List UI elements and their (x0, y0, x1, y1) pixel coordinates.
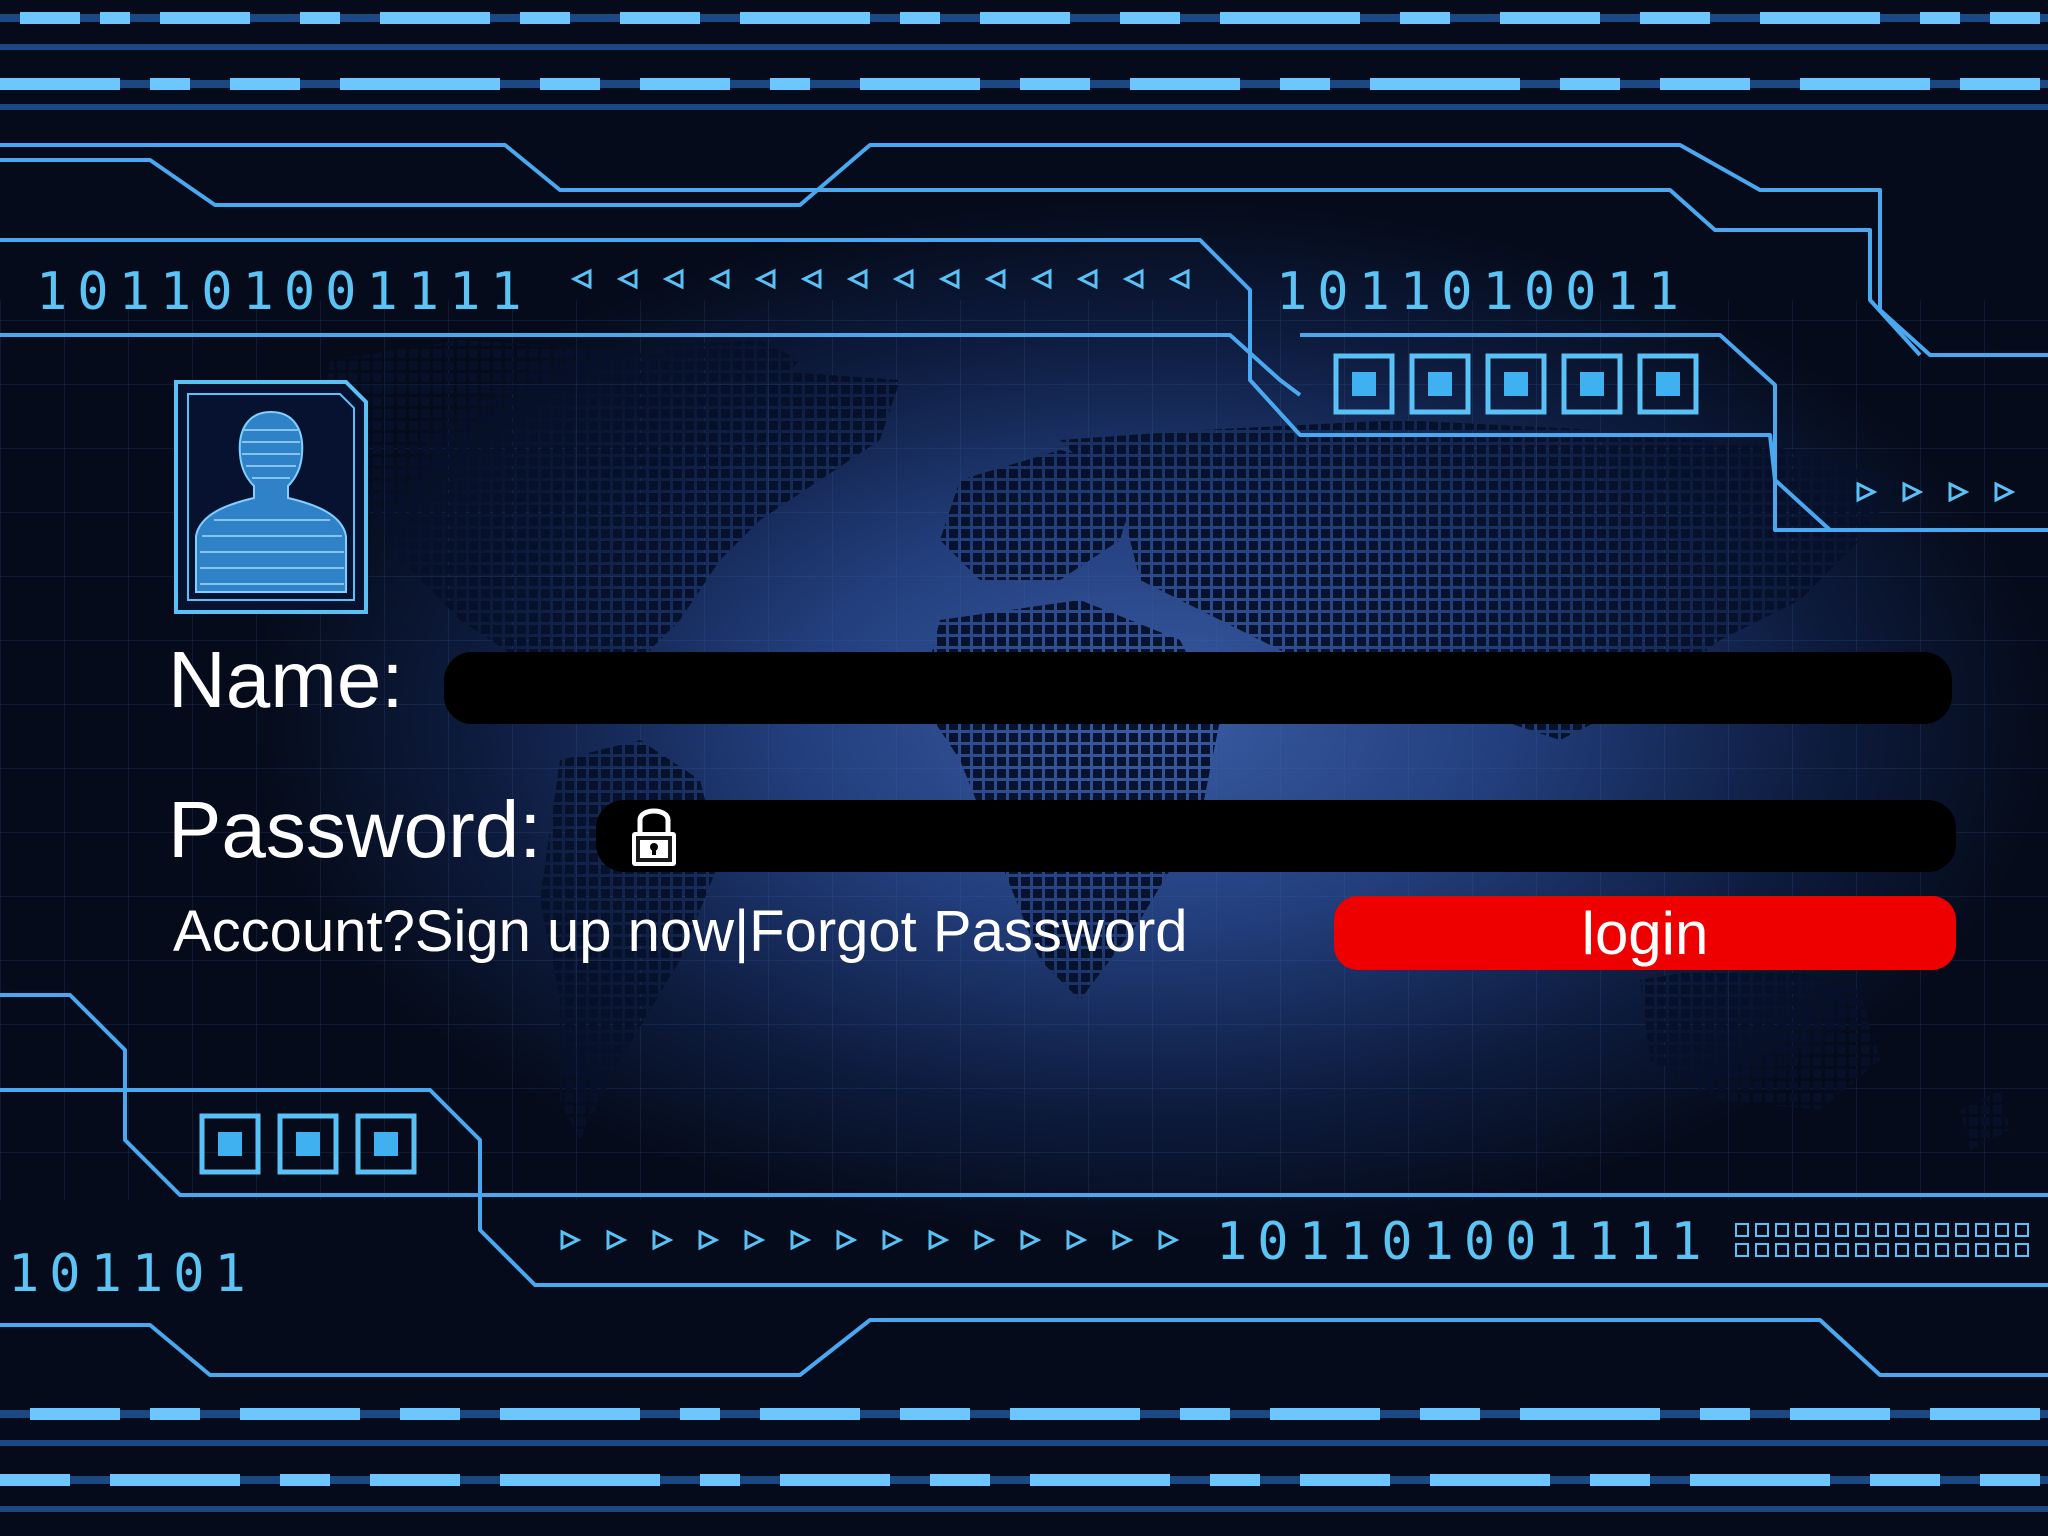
background-scene: 101101001111 1011010011 101101001111 101… (0, 0, 2048, 1536)
password-label: Password: (168, 785, 542, 874)
circuit-lines (0, 12, 2048, 1512)
password-input[interactable] (596, 800, 1956, 872)
binary-decor-bottom-right: 101101001111 (1216, 1212, 1712, 1272)
binary-decor-bottom-left: 101101 (8, 1244, 256, 1304)
link-separator: | (734, 899, 750, 964)
login-button[interactable]: login (1334, 896, 1956, 970)
name-input[interactable] (444, 652, 1952, 724)
avatar-icon (174, 380, 368, 614)
account-text: Account? (173, 899, 415, 964)
sign-up-link[interactable]: Sign up now (415, 899, 734, 964)
binary-decor-top-right: 1011010011 (1276, 262, 1690, 322)
account-links: Account?Sign up now|Forgot Password (173, 898, 1188, 965)
lock-icon (632, 808, 676, 866)
forgot-password-link[interactable]: Forgot Password (749, 899, 1187, 964)
name-label: Name: (168, 635, 404, 724)
binary-decor-top-left: 101101001111 (36, 262, 532, 322)
